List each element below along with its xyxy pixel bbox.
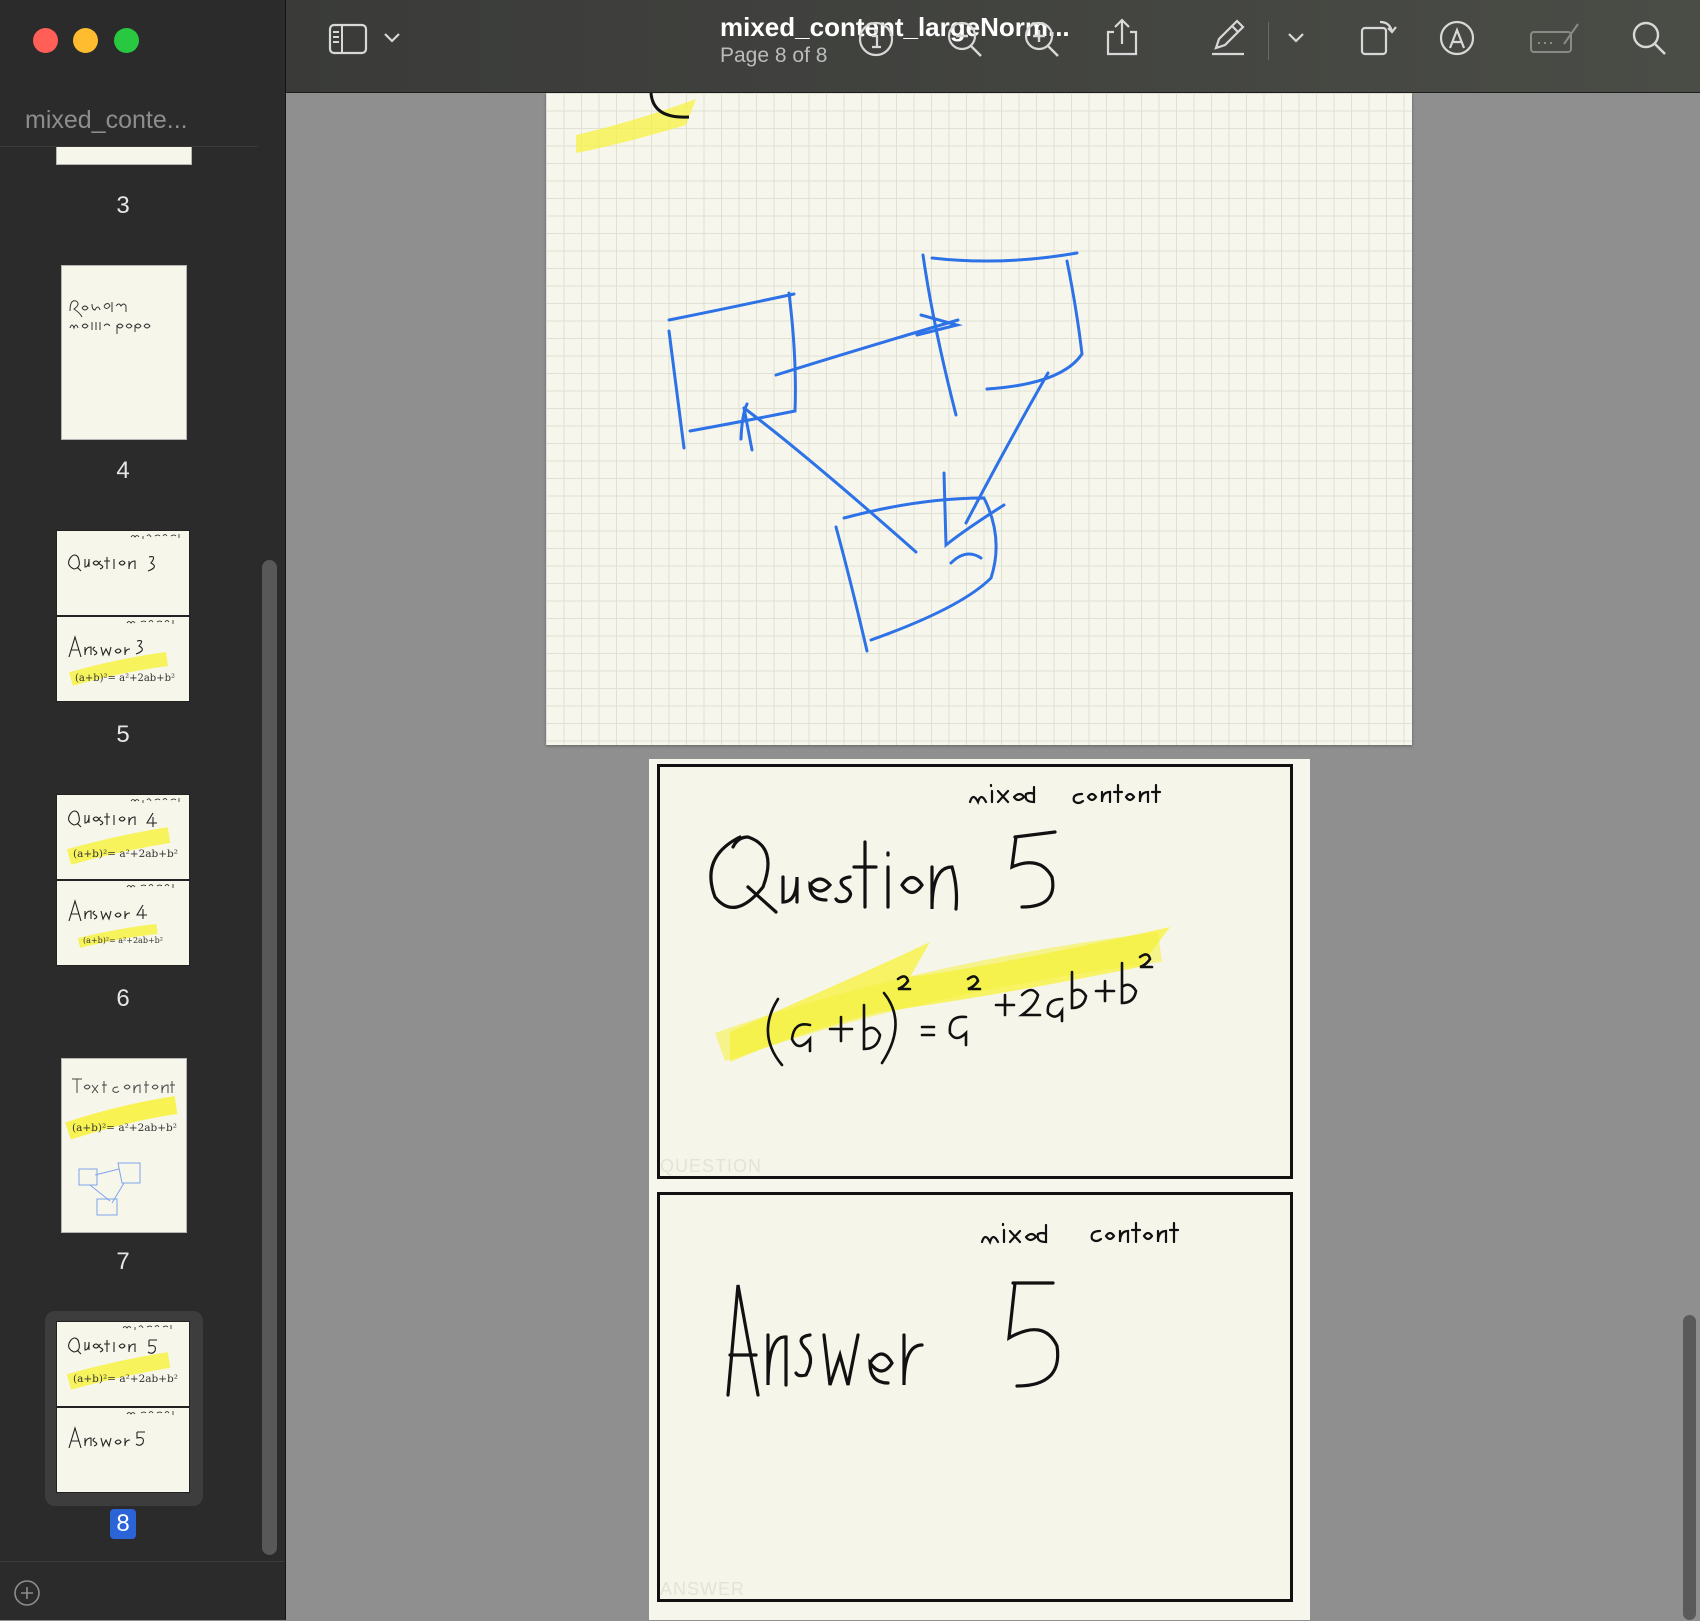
thumbnail-formula: (a+b)²= a²+2ab+b² [75,673,175,684]
toolbar-divider [1268,22,1269,60]
thumbnail-answer-card: (a+b)²= a²+2ab+b² [56,880,190,966]
question-5-handwriting: QUESTION [660,783,1170,1176]
sidebar-toggle-icon[interactable] [328,22,370,56]
sidebar-footer [0,1561,285,1621]
thumbnail-page-number: 3 [116,192,130,219]
document-page-8: QUESTION ANSWER [649,759,1310,1620]
document-page-7 [546,93,1412,745]
handwriting-answer-3: (a+b)²= a²+2ab+b² [68,620,175,686]
thumbnail-diagram [78,1162,141,1216]
chevron-down-icon[interactable] [382,30,402,46]
mixed-content-tag [980,1221,1180,1245]
thumbnail-page-3[interactable] [56,147,192,165]
handwriting-answer-4: (a+b)²= a²+2ab+b² [68,884,174,948]
thumbnail-answer-card: (a+b)²= a²+2ab+b² [56,616,190,702]
handwriting-text-content: (a+b)²= a²+2ab+b² [65,1078,178,1216]
blue-diagram [667,251,1084,653]
toolbar: mixed_content_largeNorm... Page 8 of 8 [286,0,1700,93]
thumbnail-formula: (a+b)²= a²+2ab+b² [73,848,178,860]
handwriting-random-middle-page [69,300,151,334]
answer-title-handwriting [726,1281,1060,1397]
zoom-in-icon[interactable] [1022,18,1062,58]
minimize-window-button[interactable] [73,28,98,53]
info-icon[interactable] [857,18,895,58]
thumbnail-page-number: 5 [116,721,130,748]
document-view[interactable]: QUESTION ANSWER [286,93,1700,1620]
chevron-down-icon[interactable] [1286,30,1306,46]
zoom-out-icon[interactable] [945,18,985,58]
thumbnail-formula: (a+b)²= a²+2ab+b² [73,1373,178,1385]
rotate-icon[interactable] [1358,16,1398,58]
highlight-pen-icon[interactable] [1208,18,1248,58]
handwriting-question-3 [68,534,180,572]
thumbnail-formula: (a+b)²= a²+2ab+b² [83,936,163,945]
thumbnail-page-number-selected: 8 [83,1509,163,1539]
sidebar-title: mixed_conte... [25,106,188,134]
page-indicator: Page 8 of 8 [720,44,828,67]
thumbnail-list[interactable]: 3 4 (a+b)²= a²+2ab+b² 5 (a+b)²= a²+2ab+b… [0,147,265,1561]
add-page-icon[interactable] [14,1580,42,1608]
sidebar-scrollbar[interactable] [262,560,277,1555]
thumbnail-page-number: 4 [116,457,130,484]
thumbnail-sidebar: mixed_conte... 3 4 (a+b)²= a²+2ab+b² 5 (… [0,0,286,1620]
share-icon[interactable] [1104,16,1140,58]
answer-card-label: ANSWER [660,1579,745,1599]
thumbnail-page-7[interactable]: (a+b)²= a²+2ab+b² [61,1058,187,1233]
thumbnail-page-6[interactable]: (a+b)²= a²+2ab+b² (a+b)²= a²+2ab+b² [56,794,190,966]
question-card: QUESTION [657,764,1293,1179]
question-title-handwriting [709,830,1057,914]
handwriting-question-4: (a+b)²= a²+2ab+b² [66,798,180,865]
answer-card: ANSWER [657,1192,1293,1602]
highlight-stroke [715,932,1162,1062]
thumbnail-question-card [56,530,190,616]
thumbnail-page-number: 7 [116,1248,130,1275]
signature-icon [1530,23,1579,53]
thumbnail-page-5[interactable]: (a+b)²= a²+2ab+b² [56,530,190,702]
selected-page-badge: 8 [110,1509,136,1539]
handwritten-diagram [576,93,1084,653]
thumbnail-question-card: (a+b)²= a²+2ab+b² [56,794,190,880]
thumbnail-question-card: (a+b)²= a²+2ab+b² [56,1321,190,1407]
thumbnail-page-4[interactable] [61,265,187,440]
highlight-stroke [576,99,696,153]
mixed-content-tag [968,783,1162,805]
thumbnail-formula: (a+b)²= a²+2ab+b² [72,1122,177,1134]
search-icon[interactable] [1630,18,1670,58]
document-scrollbar[interactable] [1683,1315,1696,1620]
question-card-label: QUESTION [660,1156,762,1176]
thumbnail-page-8[interactable]: (a+b)²= a²+2ab+b² [56,1321,190,1493]
fullscreen-window-button[interactable] [114,28,139,53]
answer-5-handwriting: ANSWER [660,1221,1180,1599]
handwriting-answer-5 [68,1411,174,1449]
thumbnail-page-number: 6 [116,985,130,1012]
handwriting-question-5: (a+b)²= a²+2ab+b² [66,1325,178,1390]
close-window-button[interactable] [33,28,58,53]
thumbnail-answer-card [56,1407,190,1493]
markup-icon[interactable] [1438,18,1478,58]
